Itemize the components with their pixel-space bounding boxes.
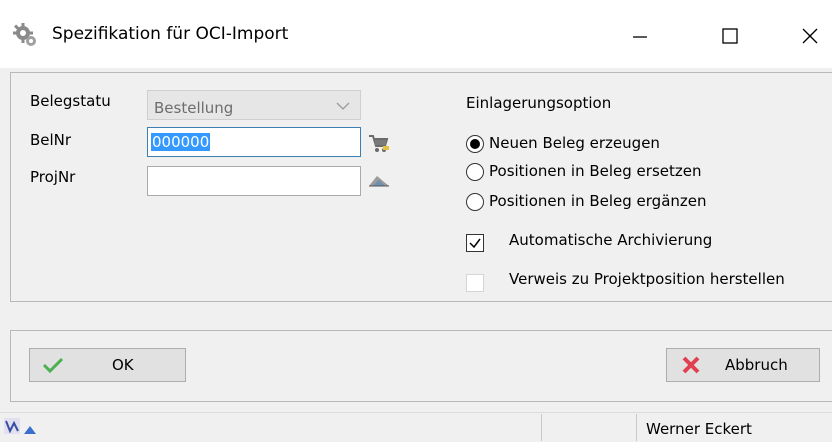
belegstatus-label: Belegstatu	[30, 92, 111, 110]
belegstatus-value: Bestellung	[154, 99, 234, 117]
minimize-icon	[633, 36, 647, 38]
checkbox[interactable]	[466, 274, 484, 292]
checkmark-icon	[469, 238, 481, 249]
checkbox-verweis[interactable]: Verweis zu Projektposition herstellen	[466, 270, 826, 294]
belnr-value: 000000	[151, 133, 211, 151]
checkbox-label: Verweis zu Projektposition herstellen	[509, 270, 785, 288]
status-separator	[636, 414, 637, 441]
projnr-label: ProjNr	[30, 168, 76, 186]
close-icon	[802, 28, 818, 44]
status-separator	[541, 414, 542, 441]
status-user: Werner Eckert	[646, 420, 752, 438]
close-button[interactable]	[780, 14, 832, 58]
cancel-button[interactable]: Abbruch	[666, 348, 820, 382]
projnr-input[interactable]	[147, 166, 361, 196]
ok-label: OK	[112, 356, 134, 374]
radio-neuen-beleg[interactable]: Neuen Beleg erzeugen	[466, 134, 726, 156]
radio-label: Positionen in Beleg ergänzen	[489, 192, 707, 210]
arrow-up-icon[interactable]	[23, 421, 37, 439]
window-title: Spezifikation für OCI-Import	[52, 24, 289, 44]
radio-button[interactable]	[466, 163, 484, 181]
minimize-button[interactable]	[610, 14, 670, 58]
checkbox-label: Automatische Archivierung	[509, 231, 713, 249]
project-icon[interactable]	[367, 172, 391, 192]
app-icon	[4, 418, 20, 434]
radio-positionen-ersetzen[interactable]: Positionen in Beleg ersetzen	[466, 162, 766, 184]
checkmark-icon	[42, 357, 64, 374]
cart-icon[interactable]	[368, 133, 390, 155]
radio-button[interactable]	[466, 193, 484, 211]
radio-positionen-ergaenzen[interactable]: Positionen in Beleg ergänzen	[466, 192, 766, 214]
cancel-label: Abbruch	[725, 356, 788, 374]
chevron-down-icon	[336, 102, 350, 110]
radio-label: Positionen in Beleg ersetzen	[489, 162, 702, 180]
gear-icon	[12, 22, 38, 48]
belnr-input[interactable]: 000000	[147, 127, 361, 157]
close-icon	[682, 356, 700, 374]
maximize-button[interactable]	[700, 14, 760, 58]
radio-dot	[470, 139, 480, 149]
radio-label: Neuen Beleg erzeugen	[489, 134, 660, 152]
belegstatus-select[interactable]: Bestellung	[147, 90, 361, 120]
main-panel	[10, 72, 832, 302]
einlagerungsoption-heading: Einlagerungsoption	[466, 94, 612, 112]
belnr-label: BelNr	[30, 131, 72, 149]
radio-button[interactable]	[466, 135, 484, 153]
maximize-icon	[722, 28, 738, 44]
ok-button[interactable]: OK	[29, 348, 186, 382]
checkbox-archivierung[interactable]: Automatische Archivierung	[466, 231, 786, 255]
checkbox[interactable]	[466, 234, 484, 252]
